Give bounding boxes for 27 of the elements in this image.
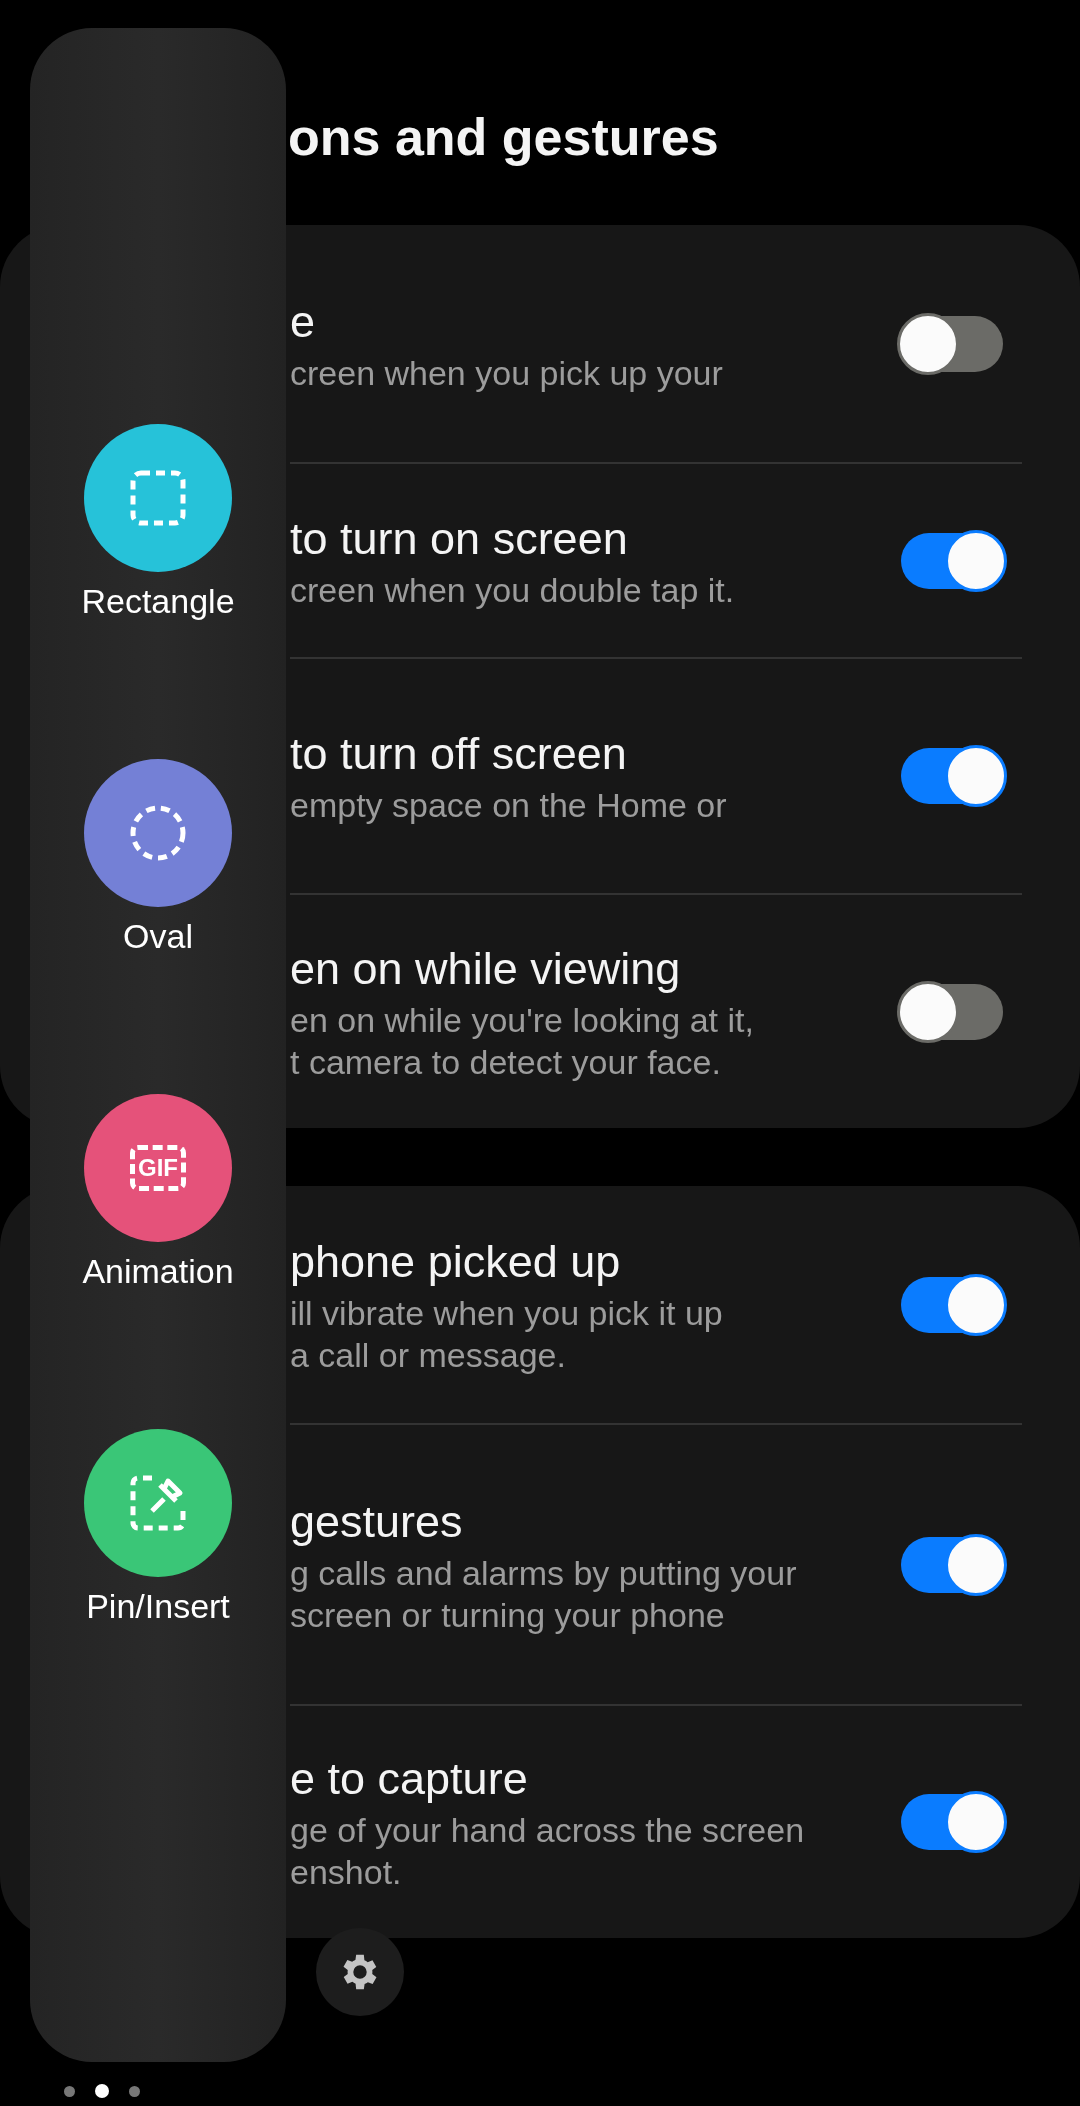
setting-description: creen when you double tap it. — [290, 569, 736, 611]
setting-title: phone picked up — [290, 1234, 622, 1289]
setting-title: to turn off screen — [290, 727, 628, 781]
setting-description: g calls and alarms by putting your screen or turning your phone — [290, 1552, 798, 1636]
gif-icon: GIF — [130, 1145, 186, 1191]
setting-description: creen when you pick up your — [290, 352, 724, 394]
setting-title: gestures — [290, 1494, 464, 1549]
shape-button[interactable]: GIF — [84, 1094, 232, 1242]
shape-label: Pin/Insert — [86, 1586, 230, 1627]
setting-description: ge of your hand across the screen enshot. — [290, 1810, 806, 1893]
page-dot[interactable] — [129, 2085, 140, 2097]
dashed-square-icon — [130, 470, 186, 526]
setting-title: e to capture — [290, 1752, 529, 1806]
dashed-square-pin-icon — [130, 1475, 186, 1531]
setting-description: empty space on the Home or — [290, 785, 728, 826]
shape-label: Rectangle — [81, 581, 235, 622]
setting-description: en on while you're looking at it, t camera to detect your face. — [290, 999, 755, 1083]
page-dot[interactable] — [64, 2085, 75, 2097]
setting-description: ill vibrate when you pick it up a call or message. — [290, 1292, 724, 1376]
setting-title: en on while viewing — [290, 941, 682, 996]
setting-title: to turn on screen — [290, 511, 629, 566]
setting-title: e — [290, 294, 317, 349]
page-dot[interactable] — [95, 2084, 109, 2098]
page-title: ons and gestures — [288, 107, 719, 167]
shape-label: Animation — [82, 1251, 234, 1292]
shape-label: Oval — [123, 916, 193, 957]
dashed-circle-icon — [130, 805, 186, 861]
